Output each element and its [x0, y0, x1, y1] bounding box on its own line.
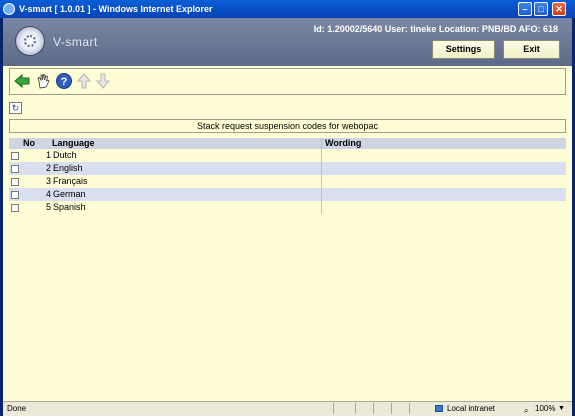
table-caption: Stack request suspension codes for webop…: [9, 119, 566, 133]
intranet-zone-icon: [435, 405, 443, 412]
vsmart-logo-icon: [15, 26, 45, 56]
column-separator: [321, 201, 322, 214]
row-language: Dutch: [53, 150, 77, 160]
hand-select-icon[interactable]: [34, 72, 52, 90]
column-no-header[interactable]: No: [23, 138, 35, 149]
table-row[interactable]: 2 English: [9, 162, 566, 175]
minimize-button[interactable]: –: [518, 2, 532, 16]
zoom-level[interactable]: 100%: [535, 402, 555, 415]
column-separator: [321, 138, 322, 149]
status-bar: Done Local intranet ⌕ 100% ▼: [3, 401, 572, 416]
brand-name: V-smart: [53, 35, 98, 49]
app-header: V-smart Id: 1.20002/5640 User: tineke Lo…: [3, 18, 572, 66]
row-language: Français: [53, 176, 88, 186]
row-checkbox[interactable]: [11, 165, 19, 173]
close-button[interactable]: ✕: [552, 2, 566, 16]
row-checkbox[interactable]: [11, 178, 19, 186]
row-no: 2: [45, 163, 51, 173]
row-language: German: [53, 189, 86, 199]
column-wording-header[interactable]: Wording: [325, 138, 361, 149]
table-header-row: No Language Wording: [9, 138, 566, 149]
session-info: Id: 1.20002/5640 User: tineke Location: …: [313, 24, 558, 34]
row-no: 1: [45, 150, 51, 160]
row-checkbox[interactable]: [11, 191, 19, 199]
status-panel: [355, 403, 372, 414]
row-no: 4: [45, 189, 51, 199]
window-title: V-smart [ 1.0.01 ] - Windows Internet Ex…: [19, 4, 213, 14]
row-checkbox[interactable]: [11, 204, 19, 212]
title-bar[interactable]: V-smart [ 1.0.01 ] - Windows Internet Ex…: [0, 0, 575, 18]
help-icon[interactable]: ?: [55, 72, 73, 90]
maximize-button[interactable]: □: [534, 2, 548, 16]
ie-icon: [3, 3, 15, 15]
status-panel: [333, 403, 354, 414]
status-panel: [391, 403, 408, 414]
row-checkbox[interactable]: [11, 152, 19, 160]
column-language-header[interactable]: Language: [52, 138, 95, 149]
move-down-icon[interactable]: [94, 72, 112, 90]
row-language: English: [53, 163, 83, 173]
table-row[interactable]: 4 German: [9, 188, 566, 201]
zoom-dropdown-icon[interactable]: ▼: [558, 402, 565, 415]
browser-window: V-smart [ 1.0.01 ] - Windows Internet Ex…: [0, 0, 575, 416]
column-separator: [321, 188, 322, 201]
table-row[interactable]: 3 Français: [9, 175, 566, 188]
column-separator: [321, 175, 322, 188]
column-separator: [321, 149, 322, 162]
refresh-icon[interactable]: ↻: [9, 102, 22, 114]
status-panel: [409, 403, 426, 414]
column-separator: [321, 162, 322, 175]
security-zone: Local intranet: [447, 404, 496, 413]
row-language: Spanish: [53, 202, 86, 212]
status-panel: [373, 403, 390, 414]
row-no: 5: [45, 202, 51, 212]
table-row[interactable]: 1 Dutch: [9, 149, 566, 162]
move-up-icon[interactable]: [75, 72, 93, 90]
settings-button[interactable]: Settings: [432, 40, 495, 59]
svg-text:?: ?: [61, 76, 68, 88]
row-no: 3: [45, 176, 51, 186]
table-row[interactable]: 5 Spanish: [9, 201, 566, 214]
toolbar: ?: [9, 68, 566, 95]
results-table: No Language Wording 1 Dutch 2 English 3 …: [9, 138, 566, 214]
back-arrow-icon[interactable]: [13, 72, 31, 90]
zoom-icon[interactable]: ⌕: [524, 404, 528, 417]
status-text: Done: [7, 404, 27, 413]
exit-button[interactable]: Exit: [503, 40, 560, 59]
app-content: V-smart Id: 1.20002/5640 User: tineke Lo…: [3, 18, 572, 401]
